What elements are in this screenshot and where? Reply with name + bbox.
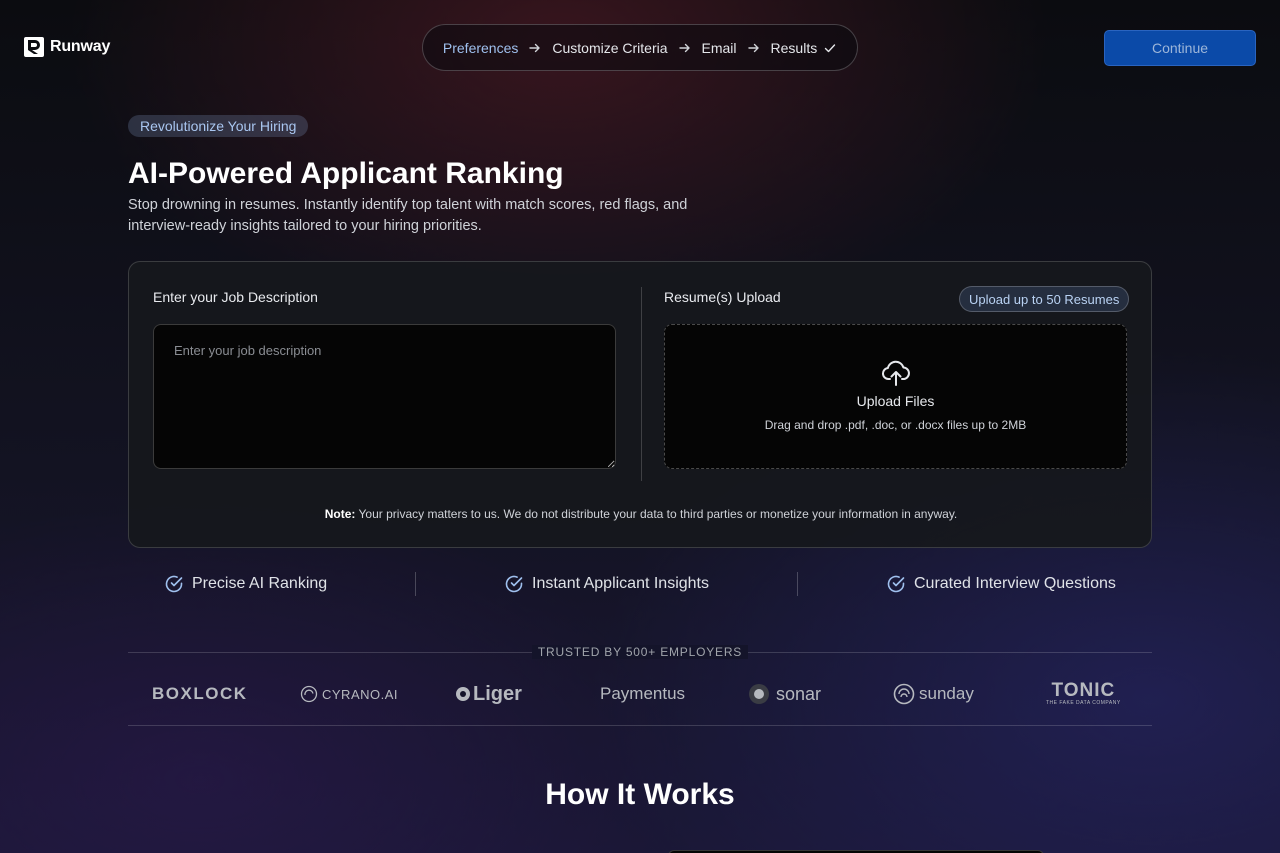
- arrow-right-icon: [678, 41, 692, 55]
- paymentus-logo: Paymentus: [600, 684, 686, 703]
- trusted-divider-bottom: [128, 725, 1152, 726]
- runway-logo-icon: [24, 37, 44, 57]
- step-results-label: Results: [770, 39, 818, 56]
- top-bar: Runway Preferences Customize Criteria Em…: [0, 0, 1280, 95]
- cloud-upload-icon: [881, 360, 910, 386]
- upload-card: Enter your Job Description Resume(s) Upl…: [128, 261, 1152, 548]
- boxlock-logo: BOXLOCK: [152, 684, 248, 703]
- liger-mark-icon: [456, 687, 470, 701]
- how-it-works-heading: How It Works: [545, 778, 735, 811]
- step-results[interactable]: Results: [771, 40, 838, 56]
- upload-hint: Drag and drop .pdf, .doc, or .docx files…: [764, 418, 1027, 432]
- feature-divider: [415, 572, 416, 596]
- brand-name: Runway: [50, 38, 111, 55]
- trusted-label: TRUSTED BY 500+ EMPLOYERS: [532, 645, 748, 659]
- liger-logo: Liger: [455, 676, 522, 712]
- progress-stepper: Preferences Customize Criteria Email Res…: [422, 24, 858, 71]
- liger-logo-text: Liger: [473, 682, 522, 705]
- page-subtitle: Stop drowning in resumes. Instantly iden…: [128, 197, 688, 234]
- job-description-input[interactable]: [153, 324, 616, 469]
- step-preferences[interactable]: Preferences: [443, 40, 518, 56]
- tonic-tagline: THE FAKE DATA COMPANY: [1046, 700, 1121, 706]
- sonar-logo-text: sonar: [776, 683, 822, 704]
- resume-upload-label: Resume(s) Upload: [664, 289, 781, 305]
- cyrano-swirl-icon: [300, 685, 318, 703]
- sunday-logo: sunday: [893, 676, 974, 712]
- check-circle-icon: [505, 575, 523, 593]
- feature-label: Curated Interview Questions: [914, 575, 1116, 592]
- feature-label: Instant Applicant Insights: [532, 575, 709, 592]
- sonar-logo: sonar: [748, 676, 821, 712]
- step-email[interactable]: Email: [702, 40, 737, 56]
- privacy-note: Note: Your privacy matters to us. We do …: [129, 507, 1153, 521]
- feature-item: Precise AI Ranking: [164, 571, 327, 597]
- arrow-right-icon: [528, 41, 542, 55]
- tonic-logo-text: TONIC: [1051, 680, 1116, 701]
- upload-files-title: Upload Files: [856, 393, 935, 409]
- checkmark-icon: [823, 41, 837, 55]
- feature-item: Instant Applicant Insights: [504, 571, 709, 597]
- step-customize-criteria[interactable]: Customize Criteria: [552, 40, 667, 56]
- customer-logos: BOXLOCK CYRANO.AI Liger Paymentus sonar …: [128, 676, 1152, 712]
- feature-item: Curated Interview Questions: [886, 571, 1116, 597]
- tonic-logo: TONIC THE FAKE DATA COMPANY: [1046, 676, 1121, 712]
- hero-badge: Revolutionize Your Hiring: [128, 115, 309, 137]
- feature-label: Precise AI Ranking: [192, 575, 328, 592]
- page-title: AI-Powered Applicant Ranking: [128, 157, 564, 190]
- job-description-label: Enter your Job Description: [153, 289, 318, 305]
- card-divider: [641, 287, 642, 481]
- cyrano-logo: CYRANO.AI: [300, 676, 398, 712]
- check-circle-icon: [165, 575, 183, 593]
- upload-limit-badge: Upload up to 50 Resumes: [959, 286, 1130, 312]
- resume-dropzone[interactable]: Upload Files Drag and drop .pdf, .doc, o…: [664, 324, 1127, 469]
- feature-divider: [797, 572, 798, 596]
- feature-list: Precise AI Ranking Instant Applicant Ins…: [128, 571, 1152, 597]
- arrow-right-icon: [747, 41, 761, 55]
- sunday-logo-text: sunday: [919, 684, 974, 703]
- brand-logo[interactable]: Runway: [24, 37, 110, 57]
- continue-button[interactable]: Continue: [1104, 30, 1256, 66]
- note-label: Note:: [324, 507, 356, 521]
- note-text: Your privacy matters to us. We do not di…: [355, 507, 958, 521]
- sunday-mark-icon: [893, 683, 915, 705]
- cyrano-logo-text: CYRANO.AI: [322, 686, 399, 702]
- check-circle-icon: [887, 575, 905, 593]
- sonar-dot-icon: [749, 684, 769, 704]
